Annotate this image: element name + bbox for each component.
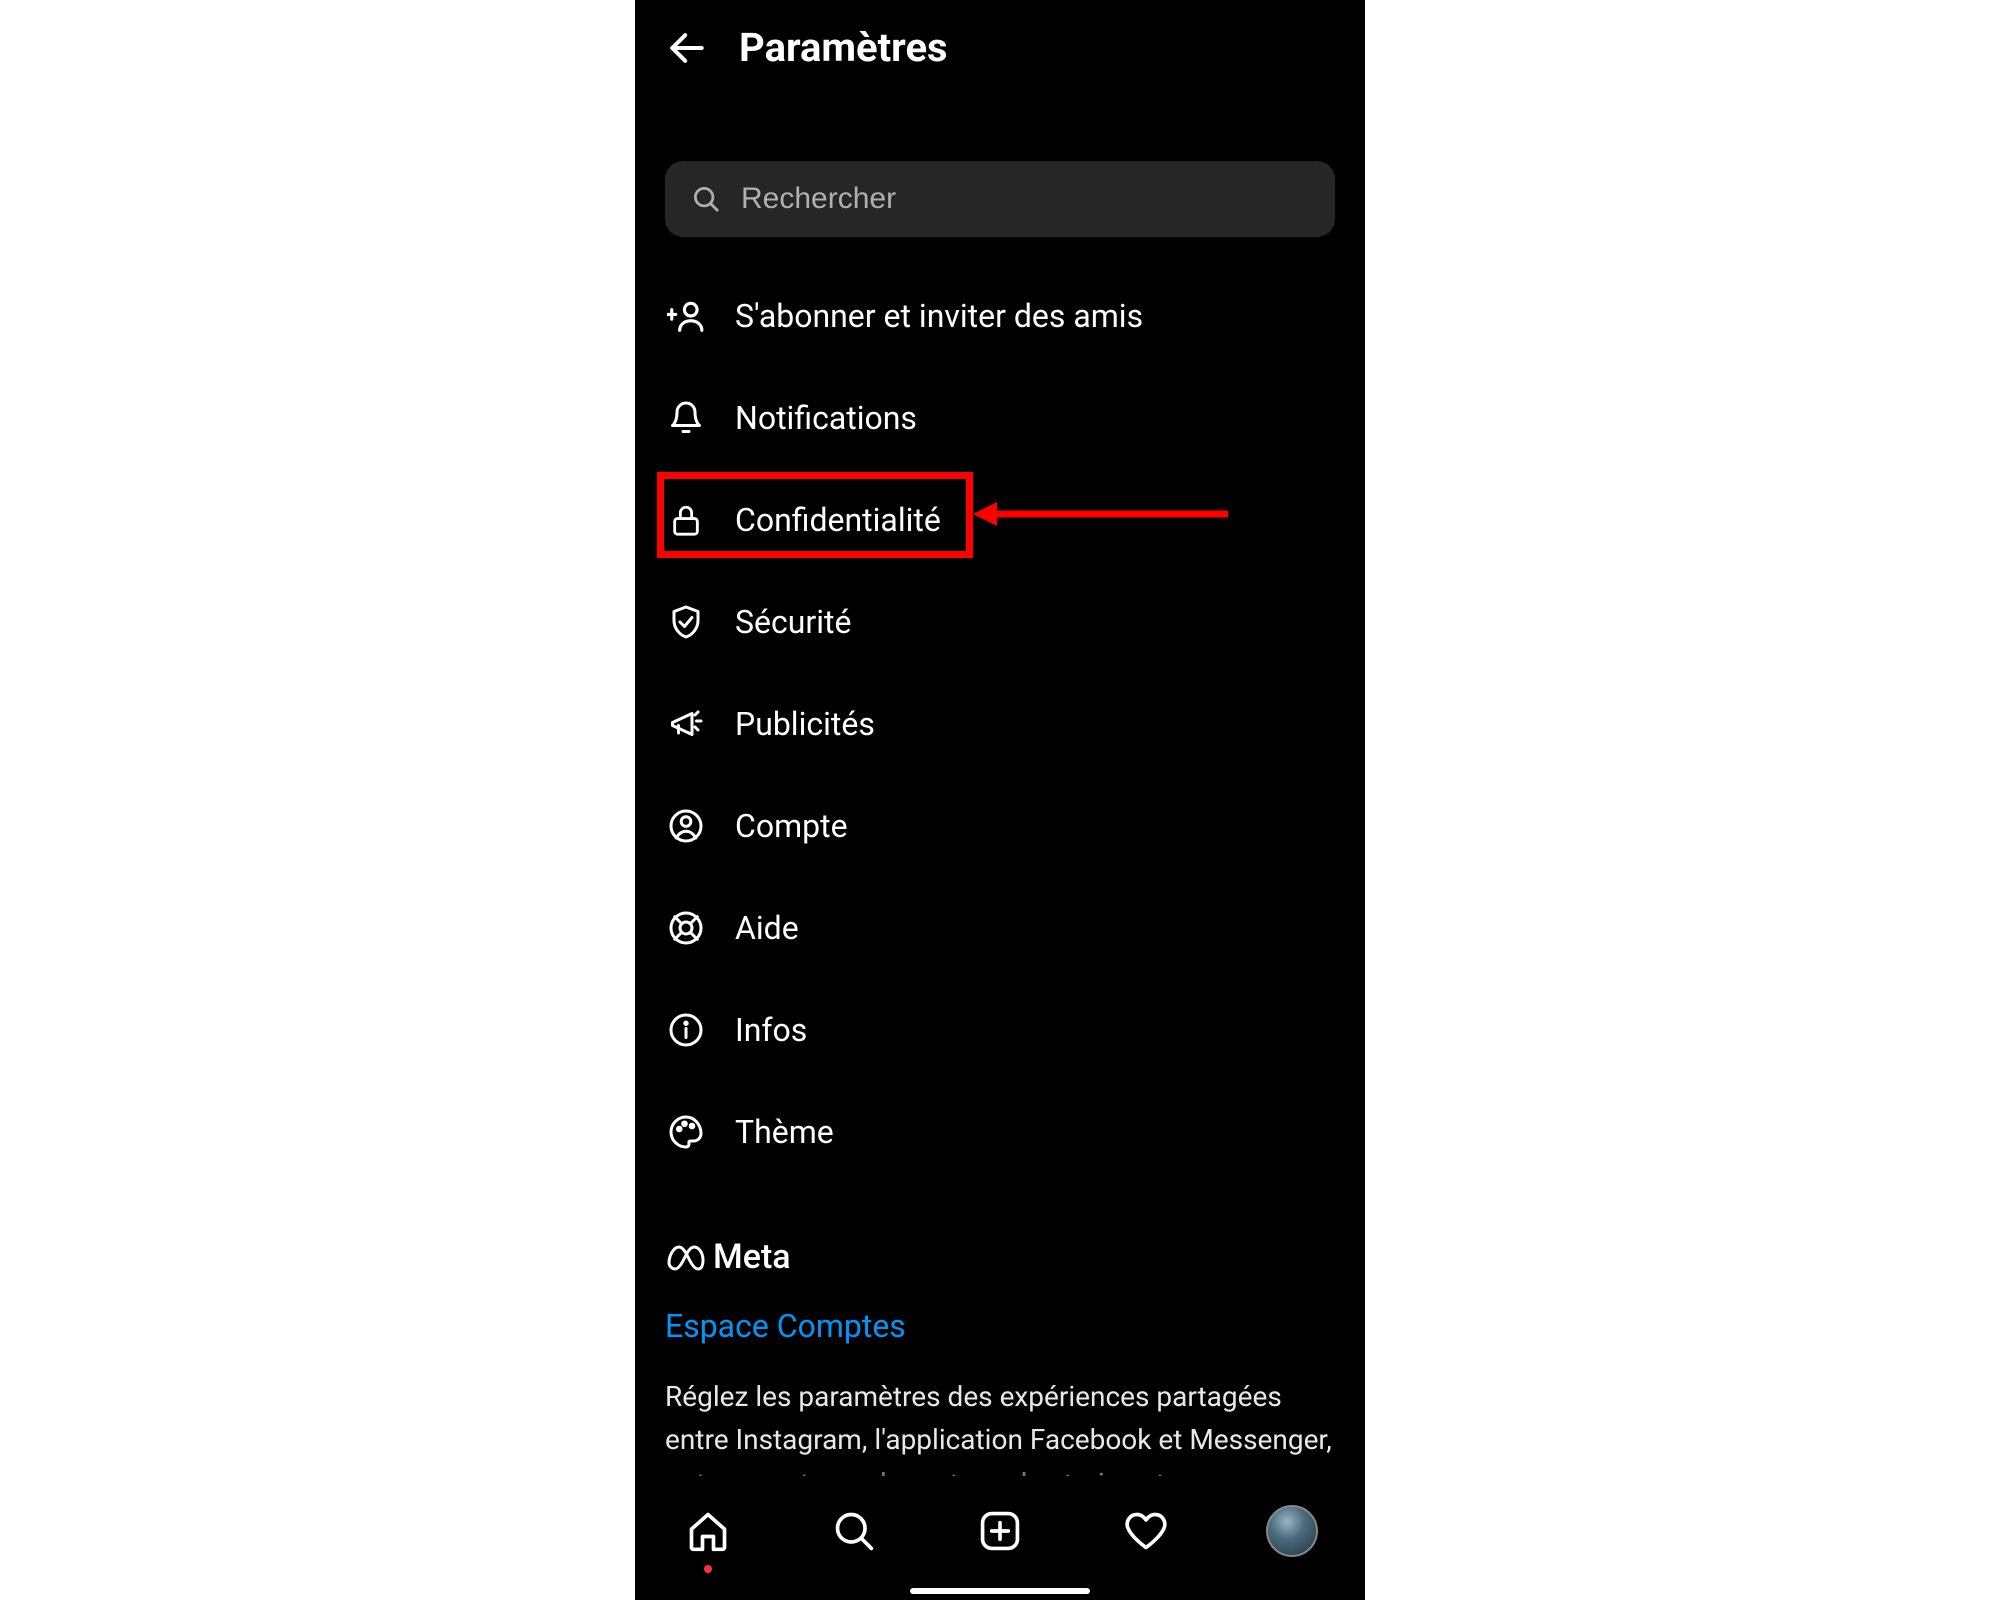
settings-item-label: Thème	[735, 1113, 834, 1151]
settings-screen: Paramètres S'abonner et inviter des amis	[635, 0, 1365, 1600]
search-icon	[691, 184, 721, 214]
back-button[interactable]	[665, 26, 709, 70]
settings-item-label: Confidentialité	[735, 501, 941, 539]
info-icon	[665, 1012, 707, 1048]
search-input[interactable]	[741, 182, 1309, 216]
settings-item-privacy[interactable]: Confidentialité	[635, 469, 1365, 571]
add-person-icon	[665, 297, 707, 335]
settings-item-security[interactable]: Sécurité	[635, 571, 1365, 673]
settings-item-label: Publicités	[735, 705, 875, 743]
settings-item-ads[interactable]: Publicités	[635, 673, 1365, 775]
settings-item-label: Compte	[735, 807, 848, 845]
lifebuoy-icon	[665, 910, 707, 946]
nav-home[interactable]	[678, 1501, 738, 1561]
settings-item-label: Sécurité	[735, 603, 851, 641]
megaphone-icon	[665, 706, 707, 742]
meta-logo: Meta	[665, 1237, 1335, 1277]
search-bar[interactable]	[665, 161, 1335, 237]
settings-item-theme[interactable]: Thème	[635, 1081, 1365, 1183]
nav-search[interactable]	[824, 1501, 884, 1561]
avatar	[1266, 1505, 1318, 1557]
bell-icon	[665, 400, 707, 436]
settings-item-follow-invite[interactable]: S'abonner et inviter des amis	[635, 265, 1365, 367]
page-title: Paramètres	[739, 24, 948, 71]
meta-brand-text: Meta	[713, 1237, 791, 1277]
settings-item-label: Infos	[735, 1011, 807, 1049]
nav-create[interactable]	[970, 1501, 1030, 1561]
header: Paramètres	[635, 0, 1365, 91]
plus-square-icon	[978, 1509, 1022, 1553]
settings-item-label: Aide	[735, 909, 799, 947]
settings-list: S'abonner et inviter des amis Notificati…	[635, 265, 1365, 1183]
palette-icon	[665, 1114, 707, 1150]
lock-icon	[665, 503, 707, 537]
settings-item-label: Notifications	[735, 399, 917, 437]
user-circle-icon	[665, 808, 707, 844]
search-icon	[832, 1509, 876, 1553]
bottom-nav	[635, 1476, 1365, 1600]
arrow-left-icon	[665, 26, 709, 70]
accounts-center-link[interactable]: Espace Comptes	[665, 1307, 1335, 1345]
settings-item-label: S'abonner et inviter des amis	[735, 297, 1143, 335]
home-indicator	[910, 1588, 1090, 1594]
nav-activity[interactable]	[1116, 1501, 1176, 1561]
meta-infinity-icon	[665, 1243, 705, 1271]
settings-item-help[interactable]: Aide	[635, 877, 1365, 979]
settings-item-info[interactable]: Infos	[635, 979, 1365, 1081]
shield-icon	[665, 604, 707, 640]
search-container	[635, 161, 1365, 237]
settings-item-account[interactable]: Compte	[635, 775, 1365, 877]
heart-icon	[1124, 1509, 1168, 1553]
nav-profile[interactable]	[1262, 1501, 1322, 1561]
settings-item-notifications[interactable]: Notifications	[635, 367, 1365, 469]
home-icon	[686, 1509, 730, 1553]
